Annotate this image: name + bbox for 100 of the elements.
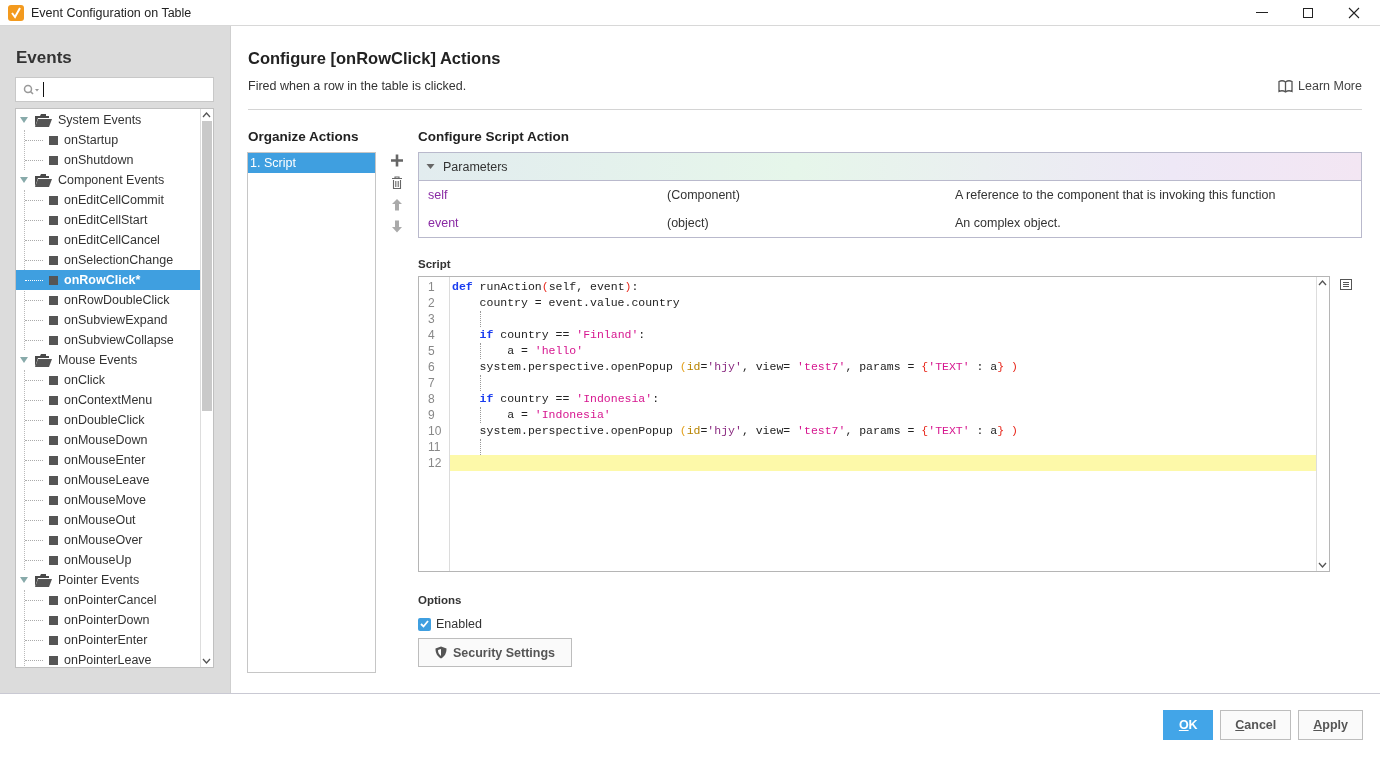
field-label: Script — [418, 258, 452, 272]
panel-title: Events — [16, 47, 73, 68]
tree-item[interactable]: Component Events — [16, 170, 200, 190]
page-heading: Configure [onRowClick] Actions — [248, 48, 501, 68]
parameter-description: A reference to the component that is invoking this function — [955, 188, 1277, 202]
tree-item[interactable]: System Events — [16, 110, 200, 130]
line-number: 12 — [427, 455, 443, 471]
collapse-arrow-icon — [19, 176, 29, 184]
tree-item[interactable]: onSubviewCollapse — [16, 330, 200, 350]
square-icon — [49, 415, 58, 425]
square-icon — [49, 395, 58, 405]
tree-item[interactable]: onPointerDown — [16, 610, 200, 630]
tree-item[interactable]: onEditCellCancel — [16, 230, 200, 250]
tree-item[interactable]: onPointerEnter — [16, 630, 200, 650]
scrollbar[interactable] — [200, 109, 213, 667]
section-title: Options — [418, 594, 463, 608]
learn-more-link[interactable]: Learn More — [1278, 79, 1362, 93]
tree-item[interactable]: onMouseOut — [16, 510, 200, 530]
line-number: 5 — [427, 343, 436, 359]
checkbox[interactable] — [418, 617, 431, 631]
dialog-button[interactable]: Apply — [1298, 710, 1363, 740]
dialog-button[interactable]: Cancel — [1220, 710, 1292, 740]
search-field[interactable] — [15, 77, 214, 102]
tree-item[interactable]: onContextMenu — [16, 390, 200, 410]
tree-item[interactable]: onRowDoubleClick — [16, 290, 200, 310]
folder-icon — [35, 573, 52, 587]
tree-item[interactable]: onSubviewExpand — [16, 310, 200, 330]
tree-item[interactable]: onClick — [16, 370, 200, 390]
code-line: country = event.value.country — [479, 295, 680, 311]
collapse-arrow-icon — [19, 576, 29, 584]
tree-item[interactable]: onStartup — [16, 130, 200, 150]
parameters-header[interactable]: Parameters — [419, 153, 1361, 181]
tree-item[interactable]: onPointerLeave — [16, 650, 200, 667]
description-text: Fired when a row in the table is clicked. — [248, 79, 467, 93]
tree-item[interactable]: onEditCellStart — [16, 210, 200, 230]
code-line: a = 'hello' — [507, 343, 584, 359]
editor-menu-button[interactable] — [1338, 277, 1354, 293]
close-icon — [1348, 6, 1360, 19]
parameter-description: An complex object. — [955, 216, 1062, 230]
move-down-icon — [391, 220, 403, 233]
code-line: a = 'Indonesia' — [507, 407, 611, 423]
line-number: 8 — [427, 391, 436, 407]
tree-item[interactable]: Pointer Events — [16, 570, 200, 590]
code-line: if country == 'Finland': — [479, 327, 646, 343]
parameter-type: (Component) — [667, 188, 741, 202]
square-icon — [49, 375, 58, 385]
folder-icon — [35, 173, 52, 187]
line-number: 6 — [427, 359, 436, 375]
maximize-icon — [1302, 6, 1314, 19]
code-line: def runAction(self, event): — [452, 279, 639, 295]
tree-item[interactable]: Mouse Events — [16, 350, 200, 370]
square-icon — [49, 215, 58, 225]
collapse-arrow-icon — [19, 356, 29, 364]
tree-item[interactable]: onMouseUp — [16, 550, 200, 570]
code-line: system.perspective.openPopup (id='hjy', view= 'test7', params = {'TEXT' : a} ) — [479, 359, 1018, 375]
square-icon — [49, 255, 58, 265]
search-icon — [23, 83, 39, 96]
parameter-type: (object) — [667, 216, 710, 230]
line-number: 7 — [427, 375, 436, 391]
security-settings-button[interactable]: Security Settings — [418, 638, 572, 667]
tree-item[interactable]: onMouseDown — [16, 430, 200, 450]
tree-item[interactable]: onDoubleClick — [16, 410, 200, 430]
tree-item[interactable]: onSelectionChange — [16, 250, 200, 270]
tree-item[interactable]: onMouseEnter — [16, 450, 200, 470]
delete-button[interactable] — [389, 174, 405, 191]
app-logo-icon — [8, 4, 24, 21]
tree-item[interactable]: onMouseMove — [16, 490, 200, 510]
check-icon — [420, 620, 429, 628]
line-number: 11 — [427, 439, 442, 455]
square-icon — [49, 235, 58, 245]
line-number: 1 — [427, 279, 436, 295]
section-title: Configure Script Action — [418, 129, 570, 145]
square-icon — [49, 155, 58, 165]
line-number: 4 — [427, 327, 436, 343]
section-title: Organize Actions — [248, 129, 360, 145]
square-icon — [49, 315, 58, 325]
square-icon — [49, 455, 58, 465]
tree-item[interactable]: onMouseOver — [16, 530, 200, 550]
tree-item[interactable]: onMouseLeave — [16, 470, 200, 490]
add-button[interactable] — [389, 152, 405, 169]
square-icon — [49, 195, 58, 205]
scrollbar[interactable] — [1316, 277, 1329, 571]
square-icon — [49, 635, 58, 645]
parameter-name: event — [428, 216, 460, 230]
collapse-arrow-icon — [19, 116, 29, 124]
list-icon — [1340, 279, 1352, 290]
square-icon — [49, 495, 58, 505]
checkbox-label: Enabled — [436, 617, 482, 631]
tree-item[interactable]: onShutdown — [16, 150, 200, 170]
square-icon — [49, 295, 58, 305]
move-down-button[interactable] — [389, 218, 405, 235]
square-icon — [49, 595, 58, 605]
square-icon — [49, 435, 58, 445]
square-icon — [49, 555, 58, 565]
square-icon — [49, 275, 58, 285]
tree-item[interactable]: onPointerCancel — [16, 590, 200, 610]
tree-item[interactable]: onEditCellCommit — [16, 190, 200, 210]
code-editor[interactable] — [418, 276, 1330, 572]
square-icon — [49, 135, 58, 145]
line-number: 2 — [427, 295, 436, 311]
